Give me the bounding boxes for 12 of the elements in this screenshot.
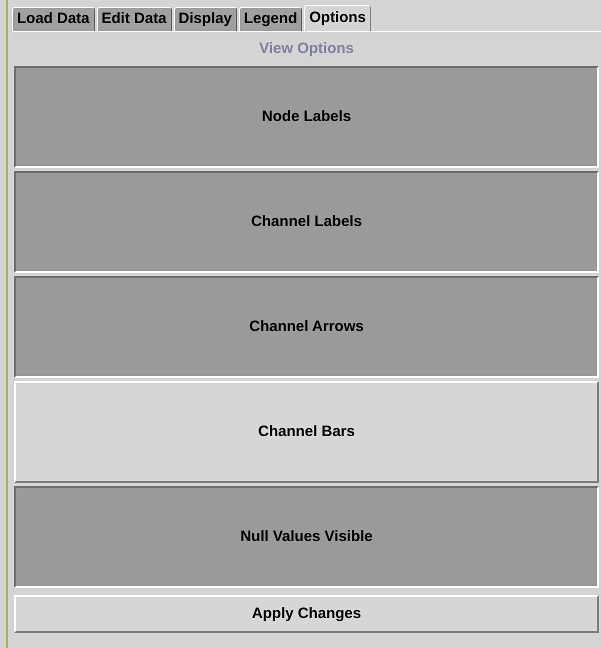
toggle-button[interactable]: Channel Labels	[14, 171, 599, 273]
tab[interactable]: Display	[174, 7, 237, 31]
toggle-button[interactable]: Node Labels	[14, 66, 599, 168]
apply-changes-button[interactable]: Apply Changes	[14, 595, 599, 633]
tab[interactable]: Legend	[238, 7, 302, 31]
toggle-button[interactable]: Channel Bars	[14, 381, 599, 483]
tab[interactable]: Edit Data	[96, 7, 172, 31]
toggle-button[interactable]: Null Values Visible	[14, 486, 599, 588]
tab[interactable]: Load Data	[12, 7, 95, 31]
panel-title: View Options	[258, 39, 355, 59]
toggle-button[interactable]: Channel Arrows	[14, 276, 599, 378]
tab[interactable]: Options	[304, 5, 371, 31]
